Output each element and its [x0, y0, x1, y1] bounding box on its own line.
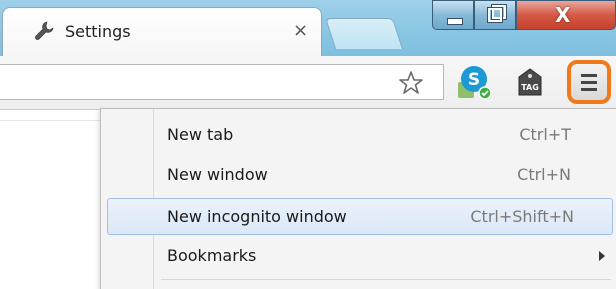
tab-title: Settings	[65, 22, 131, 41]
menu-item-shortcut: Ctrl+N	[517, 165, 571, 184]
new-tab-button[interactable]	[324, 18, 404, 49]
restore-icon	[487, 7, 503, 23]
tag-extension-icon[interactable]: TAG	[513, 65, 547, 99]
address-bar[interactable]	[0, 64, 444, 100]
chrome-menu-button[interactable]	[567, 60, 611, 104]
svg-text:TAG: TAG	[521, 83, 539, 92]
menu-item-new-window[interactable]: New window Ctrl+N	[101, 157, 615, 194]
menu-item-new-incognito-window[interactable]: New incognito window Ctrl+Shift+N	[107, 198, 613, 235]
hamburger-menu-icon	[581, 74, 597, 95]
menu-item-new-tab[interactable]: New tab Ctrl+T	[101, 117, 615, 154]
menu-item-bookmarks[interactable]: Bookmarks	[101, 238, 615, 275]
chrome-menu: New tab Ctrl+T New window Ctrl+N New inc…	[100, 108, 616, 289]
skype-extension-icon[interactable]: S	[456, 64, 492, 100]
toolbar: S TAG	[0, 56, 616, 110]
close-icon: X	[555, 3, 571, 27]
menu-item-shortcut: Ctrl+T	[519, 125, 571, 144]
menu-item-label: Bookmarks	[167, 246, 257, 265]
menu-separator	[161, 279, 611, 280]
submenu-arrow-icon	[599, 251, 605, 261]
close-window-button[interactable]: X	[516, 0, 616, 30]
menu-item-label: New tab	[167, 125, 234, 144]
minimize-icon	[447, 18, 463, 25]
menu-item-shortcut: Ctrl+Shift+N	[470, 207, 574, 226]
divider	[0, 120, 100, 121]
minimize-button[interactable]	[432, 0, 474, 30]
wrench-icon	[33, 20, 55, 42]
menu-item-label: New window	[167, 165, 268, 184]
menu-item-label: New incognito window	[167, 207, 347, 226]
restore-button[interactable]	[474, 0, 516, 30]
tab-settings[interactable]: Settings ×	[2, 7, 322, 57]
tab-strip: Settings × X	[0, 0, 616, 57]
tab-close-icon[interactable]: ×	[293, 20, 308, 41]
star-icon[interactable]	[398, 70, 424, 96]
svg-text:S: S	[468, 70, 480, 90]
